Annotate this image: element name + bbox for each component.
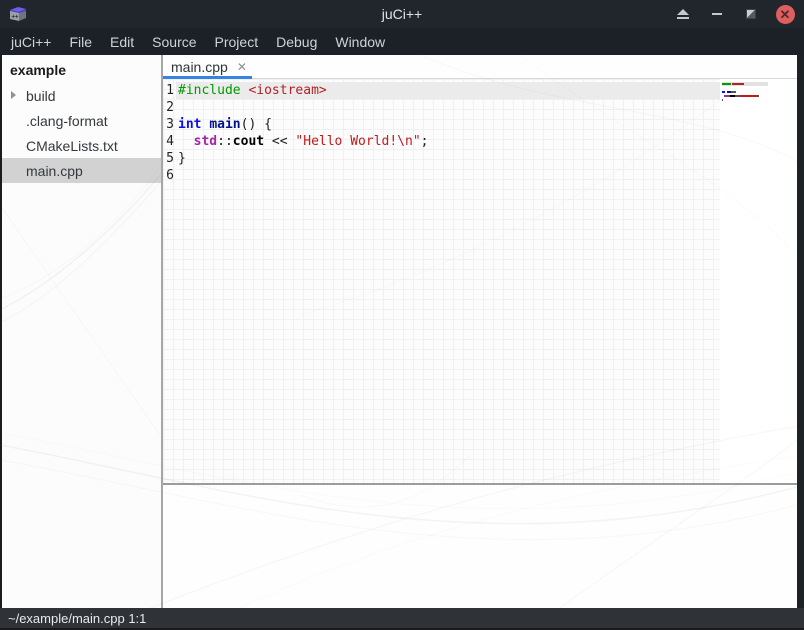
svg-text:++: ++ — [12, 15, 20, 21]
code-editor[interactable]: 123456 #include <iostream>int main() { s… — [163, 79, 797, 483]
tree-item-cmakelists-txt[interactable]: CMakeLists.txt — [2, 133, 161, 158]
close-button[interactable]: ✕ — [774, 3, 796, 25]
tab-close-icon[interactable]: ✕ — [237, 61, 247, 73]
tree-item-label: .clang-format — [26, 113, 108, 129]
line-number: 2 — [163, 99, 174, 116]
line-number: 6 — [163, 167, 174, 184]
tree-item--clang-format[interactable]: .clang-format — [2, 108, 161, 133]
menubar: juCi++FileEditSourceProjectDebugWindow — [0, 28, 804, 55]
restore-button[interactable] — [740, 3, 762, 25]
line-number: 1 — [163, 82, 174, 99]
tree-item-main-cpp[interactable]: main.cpp — [2, 158, 161, 183]
line-number: 3 — [163, 116, 174, 133]
titlebar: ++ juCi++ ✕ — [0, 0, 804, 28]
minimize-button[interactable] — [706, 3, 728, 25]
editor-column: main.cpp ✕ 123456 #include <iostream>int… — [161, 55, 797, 608]
minimap[interactable] — [720, 79, 797, 483]
tab-main-cpp[interactable]: main.cpp ✕ — [163, 55, 258, 79]
minimap-rows — [722, 82, 795, 106]
file-tree-panel: example build .clang-format CMakeLists.txt… — [2, 55, 161, 608]
expander-icon[interactable] — [11, 91, 16, 99]
code-line: #include <iostream> — [178, 82, 428, 99]
minimap-line — [722, 102, 795, 106]
code-lines: #include <iostream>int main() { std::cou… — [176, 82, 428, 184]
tree-item-label: build — [26, 88, 56, 104]
menu-project[interactable]: Project — [206, 30, 268, 54]
app-window: ++ juCi++ ✕ juCi++FileEditSourceProjectD… — [0, 0, 804, 630]
app-logo-icon: ++ — [8, 5, 28, 23]
code-wrap: 123456 #include <iostream>int main() { s… — [163, 82, 428, 184]
eject-icon — [677, 9, 689, 19]
statusbar-path: ~/example/main.cpp 1:1 — [8, 611, 146, 626]
content-area: example build .clang-format CMakeLists.txt… — [0, 55, 804, 608]
statusbar: ~/example/main.cpp 1:1 — [0, 608, 804, 630]
tree-item-build[interactable]: build — [2, 83, 161, 108]
menu-file[interactable]: File — [60, 30, 101, 54]
tabbar: main.cpp ✕ — [163, 55, 797, 79]
line-number: 5 — [163, 150, 174, 167]
tab-label: main.cpp — [171, 59, 228, 75]
tree-item-label: main.cpp — [26, 163, 83, 179]
window-right-border — [797, 55, 804, 608]
menu-window[interactable]: Window — [326, 30, 394, 54]
menu-source[interactable]: Source — [143, 30, 205, 54]
window-controls: ✕ — [672, 3, 796, 25]
line-number-gutter: 123456 — [163, 82, 176, 184]
code-line: } — [178, 150, 428, 167]
code-line: std::cout << "Hello World!\n"; — [178, 133, 428, 150]
menu-juci[interactable]: juCi++ — [2, 30, 60, 54]
tree-item-label: CMakeLists.txt — [26, 138, 118, 154]
menu-edit[interactable]: Edit — [101, 30, 143, 54]
code-line: int main() { — [178, 116, 428, 133]
line-number: 4 — [163, 133, 174, 150]
close-icon: ✕ — [776, 5, 795, 24]
file-tree: build .clang-format CMakeLists.txt main.cpp — [2, 83, 161, 183]
output-panel[interactable] — [163, 485, 797, 608]
minimize-icon — [712, 13, 722, 15]
editor-text-region[interactable]: 123456 #include <iostream>int main() { s… — [163, 79, 720, 483]
code-line — [178, 167, 428, 184]
project-root-label: example — [2, 55, 161, 83]
code-line — [178, 99, 428, 116]
menu-debug[interactable]: Debug — [267, 30, 326, 54]
keep-above-icon[interactable] — [672, 3, 694, 25]
restore-icon — [746, 9, 756, 19]
